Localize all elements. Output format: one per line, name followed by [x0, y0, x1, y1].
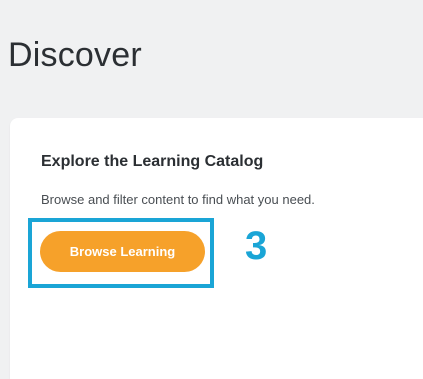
card-description: Browse and filter content to find what y… — [41, 192, 315, 207]
learning-catalog-card: Explore the Learning Catalog Browse and … — [10, 118, 423, 379]
card-title: Explore the Learning Catalog — [41, 153, 264, 170]
browse-learning-button[interactable]: Browse Learning — [40, 231, 205, 272]
step-number-label: 3 — [245, 224, 268, 268]
page-title: Discover — [8, 36, 142, 74]
